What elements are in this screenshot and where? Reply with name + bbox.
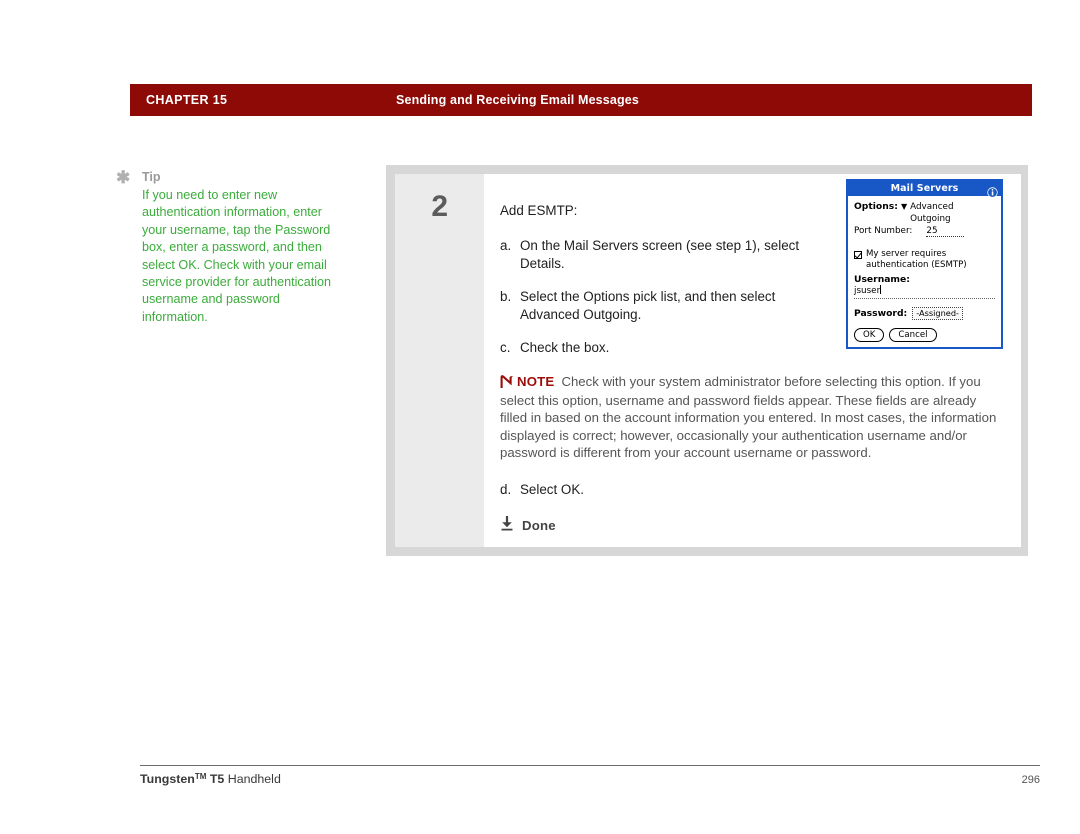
tip-block: ✱ Tip If you need to enter new authentic… <box>116 168 356 326</box>
esmtp-checkbox-line2: authentication (ESMTP) <box>866 260 967 270</box>
substep-a-marker: a. <box>500 238 512 253</box>
esmtp-checkbox-label: My server requires authentication (ESMTP… <box>866 249 967 271</box>
footer-kind: Handheld <box>227 772 281 786</box>
step-number-column: 2 <box>395 174 484 547</box>
mail-servers-dialog: Mail Servers Options: ▼ Advanced Outgoin… <box>846 179 1003 349</box>
substep-c-marker: c. <box>500 340 511 356</box>
esmtp-checkbox-line1: My server requires <box>866 249 947 259</box>
done-label: Done <box>522 517 556 533</box>
username-input[interactable]: jsuser <box>854 285 995 299</box>
footer-product-line: TungstenTM T5 Handheld <box>140 772 281 786</box>
dialog-titlebar: Mail Servers <box>848 181 1001 198</box>
password-row[interactable]: Password: -Assigned- <box>854 307 995 320</box>
asterisk-icon: ✱ <box>116 168 131 187</box>
down-arrow-done-icon <box>500 515 514 536</box>
chapter-label: CHAPTER 15 <box>146 93 228 107</box>
note-label: NOTE <box>517 373 555 389</box>
chapter-header-bar: CHAPTER 15 Sending and Receiving Email M… <box>130 84 1032 116</box>
cancel-button[interactable]: Cancel <box>889 328 937 342</box>
footer-divider <box>140 765 1040 766</box>
options-label: Options: <box>854 201 898 212</box>
done-row: Done <box>500 515 1003 536</box>
page-number: 296 <box>1021 774 1040 786</box>
esmtp-checkbox[interactable] <box>854 251 862 259</box>
password-field[interactable]: -Assigned- <box>912 307 963 320</box>
port-number-row[interactable]: Port Number: 25 <box>854 226 995 237</box>
options-row[interactable]: Options: ▼ Advanced Outgoing <box>854 201 995 225</box>
note-n-icon <box>500 375 514 392</box>
dialog-title: Mail Servers <box>890 183 959 194</box>
substep-d-text: Select OK. <box>520 481 585 497</box>
tip-text: If you need to enter new authentication … <box>142 188 332 324</box>
dialog-buttons: OK Cancel <box>854 328 995 342</box>
substep-d-marker: d. <box>500 481 512 497</box>
substep-a-text: On the Mail Servers screen (see step 1),… <box>520 238 800 271</box>
note-block: NOTE Check with your system administrator… <box>500 373 1003 461</box>
username-value: jsuser <box>854 286 881 296</box>
step-number: 2 <box>431 190 448 223</box>
dialog-body: Options: ▼ Advanced Outgoing Port Number… <box>848 196 1001 347</box>
substep-b: b. Select the Options pick list, and the… <box>500 288 830 323</box>
substep-d: d. Select OK. <box>500 481 1003 499</box>
page-footer: TungstenTM T5 Handheld 296 <box>140 772 1040 786</box>
chapter-title: Sending and Receiving Email Messages <box>396 93 639 107</box>
substep-a: a. On the Mail Servers screen (see step … <box>500 237 830 272</box>
port-number-label: Port Number: <box>854 226 913 236</box>
password-label: Password: <box>854 308 908 319</box>
text-cursor <box>880 285 882 294</box>
note-text: Check with your system administrator bef… <box>500 373 997 460</box>
esmtp-checkbox-row[interactable]: My server requires authentication (ESMTP… <box>854 249 995 271</box>
step-content-inner: 2 Add ESMTP: a. On the Mail Servers scre… <box>395 174 1021 547</box>
ok-button[interactable]: OK <box>854 328 885 342</box>
trademark-icon: TM <box>194 772 207 781</box>
tip-label: Tip <box>142 170 161 184</box>
info-circle-icon[interactable] <box>987 183 998 202</box>
substep-c: c. Check the box. <box>500 339 830 357</box>
tip-header: ✱ Tip <box>116 168 356 187</box>
options-value: Advanced Outgoing <box>910 202 954 224</box>
substep-b-marker: b. <box>500 289 512 305</box>
substep-b-text: Select the Options pick list, and then s… <box>520 289 776 322</box>
step-content-box: 2 Add ESMTP: a. On the Mail Servers scre… <box>386 165 1028 556</box>
port-number-input[interactable]: 25 <box>926 226 965 237</box>
substep-c-text: Check the box. <box>520 340 610 356</box>
chevron-down-icon[interactable]: ▼ <box>901 201 907 213</box>
username-label: Username: <box>854 274 910 285</box>
footer-model: T5 <box>209 772 225 786</box>
step-body-column: Add ESMTP: a. On the Mail Servers screen… <box>484 174 1021 547</box>
footer-product: Tungsten <box>140 772 195 786</box>
